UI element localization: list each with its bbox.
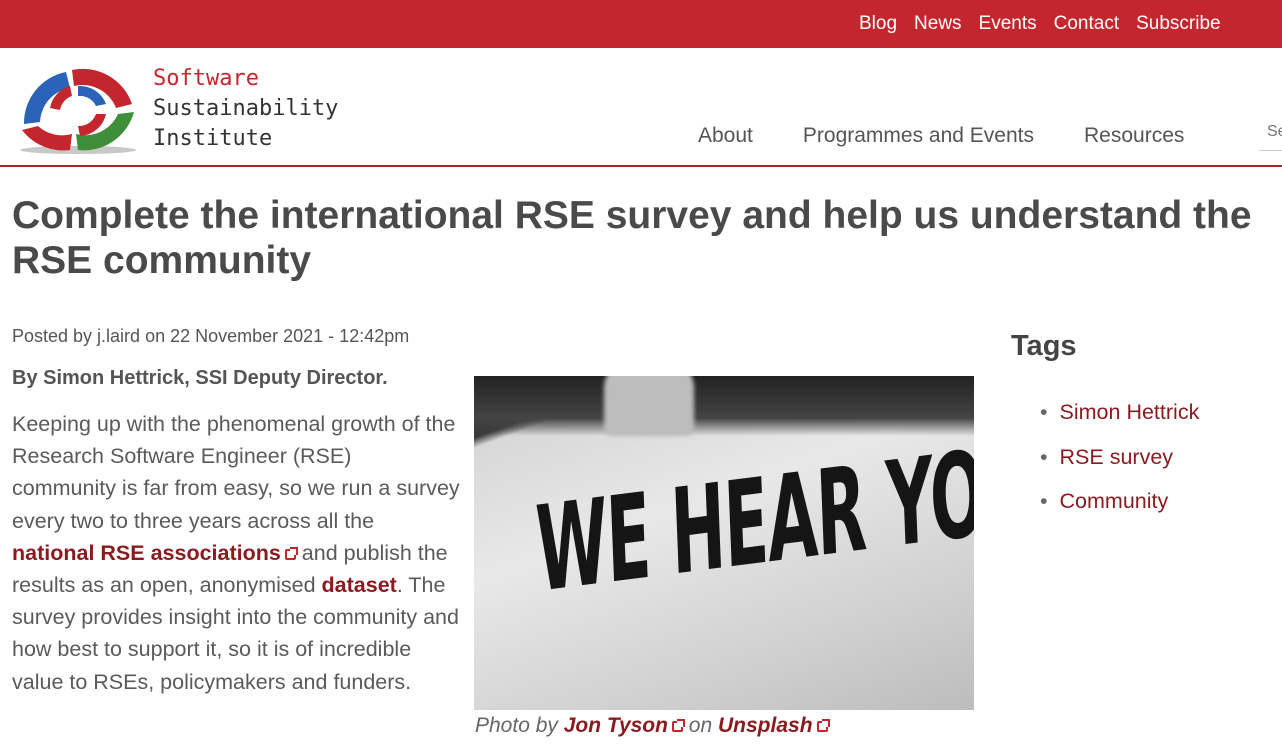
caption-prefix: Photo by (475, 714, 564, 737)
link-label: Jon Tyson (563, 714, 668, 737)
dataset-link[interactable]: dataset (322, 573, 397, 597)
article-byline: By Simon Hettrick, SSI Deputy Director. (12, 367, 388, 389)
topnav-events-link[interactable]: Events (979, 12, 1037, 36)
tags-heading: Tags (1011, 330, 1077, 362)
external-link-icon (816, 718, 830, 732)
article-photo: WE HEAR YOU. (474, 376, 974, 710)
topnav-blog-link[interactable]: Blog (859, 12, 897, 36)
logo-line-sustainability: Sustainability (153, 96, 339, 121)
tag-rse-survey-link[interactable]: RSE survey (1060, 445, 1174, 469)
mainnav-programmes-link[interactable]: Programmes and Events (803, 124, 1034, 148)
search-input[interactable] (1259, 114, 1282, 151)
top-nav: Blog News Events Contact Subscribe (859, 12, 1238, 36)
mainnav-resources-link[interactable]: Resources (1084, 124, 1184, 148)
page-title: Complete the international RSE survey an… (12, 194, 1252, 282)
ssi-logo-icon[interactable] (14, 64, 144, 156)
main-nav: About Programmes and Events Resources (698, 124, 1234, 148)
photo-caption: Photo by Jon Tyson on Unsplash (475, 714, 830, 738)
link-label: Unsplash (718, 714, 813, 737)
article-body-paragraph: Keeping up with the phenomenal growth of… (12, 408, 460, 698)
unsplash-link[interactable]: Unsplash (718, 714, 830, 737)
photo-author-link[interactable]: Jon Tyson (563, 714, 685, 737)
external-link-icon (671, 718, 685, 732)
photo-sign-text: WE HEAR YOU. (533, 414, 974, 619)
tags-list: Simon Hettrick RSE survey Community (1040, 390, 1200, 524)
list-item: RSE survey (1040, 435, 1199, 480)
logo-line-software: Software (153, 66, 259, 91)
caption-mid: on (682, 714, 718, 737)
topnav-contact-link[interactable]: Contact (1054, 12, 1119, 36)
photo-hand-shape (604, 376, 694, 436)
body-text-part: Keeping up with the phenomenal growth of… (12, 412, 460, 533)
logo-line-institute: Institute (153, 126, 273, 151)
post-meta: Posted by j.laird on 22 November 2021 - … (12, 326, 410, 346)
topnav-news-link[interactable]: News (914, 12, 962, 36)
list-item: Community (1040, 479, 1199, 524)
external-link-icon (284, 546, 298, 560)
link-label: national RSE associations (12, 540, 281, 565)
top-bar: Blog News Events Contact Subscribe (0, 0, 1282, 48)
list-item: Simon Hettrick (1040, 390, 1200, 435)
national-rse-associations-link[interactable]: national RSE associations (12, 540, 298, 565)
tag-community-link[interactable]: Community (1060, 489, 1169, 513)
mainnav-about-link[interactable]: About (698, 124, 753, 148)
logo-wordmark[interactable]: Software Sustainability Institute (153, 64, 338, 154)
photo-shadow (474, 376, 974, 436)
topnav-subscribe-link[interactable]: Subscribe (1136, 12, 1221, 36)
site-header: Software Sustainability Institute About … (0, 48, 1282, 167)
tag-simon-hettrick-link[interactable]: Simon Hettrick (1060, 400, 1200, 424)
